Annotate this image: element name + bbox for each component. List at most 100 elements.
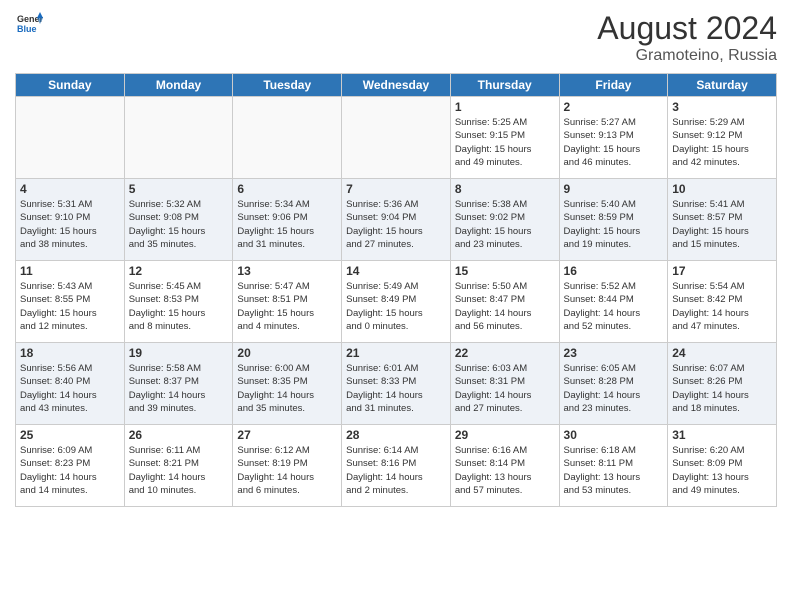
table-row: 16 Sunrise: 5:52 AM Sunset: 8:44 PM Dayli…	[559, 261, 668, 343]
title-block: August 2024 Gramoteino, Russia	[597, 10, 777, 65]
day-number: 7	[346, 182, 446, 196]
table-row: 12 Sunrise: 5:45 AM Sunset: 8:53 PM Dayli…	[124, 261, 233, 343]
day-number: 21	[346, 346, 446, 360]
table-row: 17Sunrise: 5:54 AM Sunset: 8:42 PM Dayli…	[668, 261, 777, 343]
table-row: 30 Sunrise: 6:18 AM Sunset: 8:11 PM Dayli…	[559, 425, 668, 507]
table-row: 13Sunrise: 5:47 AM Sunset: 8:51 PM Dayli…	[233, 261, 342, 343]
day-number: 4	[20, 182, 120, 196]
day-number: 27	[237, 428, 337, 442]
day-info: Sunrise: 6:16 AM Sunset: 8:14 PM Dayligh…	[455, 444, 555, 497]
day-info: Sunrise: 5:52 AM Sunset: 8:44 PM Dayligh…	[564, 280, 664, 333]
day-info: Sunrise: 5:45 AM Sunset: 8:53 PM Dayligh…	[129, 280, 229, 333]
table-row	[233, 97, 342, 179]
svg-text:Blue: Blue	[17, 24, 37, 34]
col-saturday: Saturday	[668, 74, 777, 97]
logo: General Blue	[15, 10, 43, 38]
table-row: 20Sunrise: 6:00 AM Sunset: 8:35 PM Dayli…	[233, 343, 342, 425]
table-row: 22 Sunrise: 6:03 AM Sunset: 8:31 PM Dayli…	[450, 343, 559, 425]
day-number: 23	[564, 346, 664, 360]
table-row: 31Sunrise: 6:20 AM Sunset: 8:09 PM Dayli…	[668, 425, 777, 507]
day-number: 11	[20, 264, 120, 278]
day-number: 25	[20, 428, 120, 442]
day-number: 16	[564, 264, 664, 278]
table-row: 10Sunrise: 5:41 AM Sunset: 8:57 PM Dayli…	[668, 179, 777, 261]
day-number: 14	[346, 264, 446, 278]
table-row: 4 Sunrise: 5:31 AM Sunset: 9:10 PM Daylig…	[16, 179, 125, 261]
day-number: 22	[455, 346, 555, 360]
day-info: Sunrise: 5:50 AM Sunset: 8:47 PM Dayligh…	[455, 280, 555, 333]
day-number: 2	[564, 100, 664, 114]
table-row: 27 Sunrise: 6:12 AM Sunset: 8:19 PM Dayli…	[233, 425, 342, 507]
day-info: Sunrise: 5:49 AM Sunset: 8:49 PM Dayligh…	[346, 280, 446, 333]
day-info: Sunrise: 5:47 AM Sunset: 8:51 PM Dayligh…	[237, 280, 337, 333]
day-number: 28	[346, 428, 446, 442]
day-number: 12	[129, 264, 229, 278]
table-row: 8Sunrise: 5:38 AM Sunset: 9:02 PM Daylig…	[450, 179, 559, 261]
day-number: 30	[564, 428, 664, 442]
logo-icon: General Blue	[15, 10, 43, 38]
day-number: 18	[20, 346, 120, 360]
day-info: Sunrise: 5:58 AM Sunset: 8:37 PM Dayligh…	[129, 362, 229, 415]
table-row	[16, 97, 125, 179]
month-year: August 2024	[597, 10, 777, 47]
location: Gramoteino, Russia	[597, 47, 777, 65]
day-number: 5	[129, 182, 229, 196]
day-info: Sunrise: 5:36 AM Sunset: 9:04 PM Dayligh…	[346, 198, 446, 251]
day-info: Sunrise: 5:31 AM Sunset: 9:10 PM Dayligh…	[20, 198, 120, 251]
day-number: 9	[564, 182, 664, 196]
table-row: 7 Sunrise: 5:36 AM Sunset: 9:04 PM Daylig…	[342, 179, 451, 261]
day-info: Sunrise: 6:07 AM Sunset: 8:26 PM Dayligh…	[672, 362, 772, 415]
col-tuesday: Tuesday	[233, 74, 342, 97]
day-info: Sunrise: 5:56 AM Sunset: 8:40 PM Dayligh…	[20, 362, 120, 415]
table-row: 28 Sunrise: 6:14 AM Sunset: 8:16 PM Dayli…	[342, 425, 451, 507]
col-thursday: Thursday	[450, 74, 559, 97]
col-monday: Monday	[124, 74, 233, 97]
day-info: Sunrise: 5:43 AM Sunset: 8:55 PM Dayligh…	[20, 280, 120, 333]
day-number: 19	[129, 346, 229, 360]
day-number: 3	[672, 100, 772, 114]
table-row: 23 Sunrise: 6:05 AM Sunset: 8:28 PM Dayli…	[559, 343, 668, 425]
table-row: 26 Sunrise: 6:11 AM Sunset: 8:21 PM Dayli…	[124, 425, 233, 507]
table-row: 14 Sunrise: 5:49 AM Sunset: 8:49 PM Dayli…	[342, 261, 451, 343]
page-header: General Blue August 2024 Gramoteino, Rus…	[15, 10, 777, 65]
table-row: 24 Sunrise: 6:07 AM Sunset: 8:26 PM Dayli…	[668, 343, 777, 425]
day-info: Sunrise: 6:05 AM Sunset: 8:28 PM Dayligh…	[564, 362, 664, 415]
day-number: 8	[455, 182, 555, 196]
day-info: Sunrise: 5:40 AM Sunset: 8:59 PM Dayligh…	[564, 198, 664, 251]
day-number: 29	[455, 428, 555, 442]
day-info: Sunrise: 5:41 AM Sunset: 8:57 PM Dayligh…	[672, 198, 772, 251]
table-row: 15 Sunrise: 5:50 AM Sunset: 8:47 PM Dayli…	[450, 261, 559, 343]
table-row: 11 Sunrise: 5:43 AM Sunset: 8:55 PM Dayli…	[16, 261, 125, 343]
table-row	[124, 97, 233, 179]
table-row: 18 Sunrise: 5:56 AM Sunset: 8:40 PM Dayli…	[16, 343, 125, 425]
table-row: 21 Sunrise: 6:01 AM Sunset: 8:33 PM Dayli…	[342, 343, 451, 425]
day-number: 26	[129, 428, 229, 442]
day-info: Sunrise: 5:34 AM Sunset: 9:06 PM Dayligh…	[237, 198, 337, 251]
day-info: Sunrise: 6:14 AM Sunset: 8:16 PM Dayligh…	[346, 444, 446, 497]
calendar-header-row: Sunday Monday Tuesday Wednesday Thursday…	[16, 74, 777, 97]
day-info: Sunrise: 6:09 AM Sunset: 8:23 PM Dayligh…	[20, 444, 120, 497]
day-number: 1	[455, 100, 555, 114]
day-info: Sunrise: 6:18 AM Sunset: 8:11 PM Dayligh…	[564, 444, 664, 497]
day-info: Sunrise: 5:54 AM Sunset: 8:42 PM Dayligh…	[672, 280, 772, 333]
day-number: 6	[237, 182, 337, 196]
table-row	[342, 97, 451, 179]
col-wednesday: Wednesday	[342, 74, 451, 97]
table-row: 3 Sunrise: 5:29 AM Sunset: 9:12 PM Daylig…	[668, 97, 777, 179]
day-info: Sunrise: 5:32 AM Sunset: 9:08 PM Dayligh…	[129, 198, 229, 251]
day-info: Sunrise: 5:27 AM Sunset: 9:13 PM Dayligh…	[564, 116, 664, 169]
day-info: Sunrise: 6:12 AM Sunset: 8:19 PM Dayligh…	[237, 444, 337, 497]
day-info: Sunrise: 6:01 AM Sunset: 8:33 PM Dayligh…	[346, 362, 446, 415]
day-info: Sunrise: 5:29 AM Sunset: 9:12 PM Dayligh…	[672, 116, 772, 169]
day-number: 24	[672, 346, 772, 360]
day-info: Sunrise: 6:11 AM Sunset: 8:21 PM Dayligh…	[129, 444, 229, 497]
day-number: 15	[455, 264, 555, 278]
col-friday: Friday	[559, 74, 668, 97]
day-info: Sunrise: 5:25 AM Sunset: 9:15 PM Dayligh…	[455, 116, 555, 169]
table-row: 29 Sunrise: 6:16 AM Sunset: 8:14 PM Dayli…	[450, 425, 559, 507]
day-info: Sunrise: 6:00 AM Sunset: 8:35 PM Dayligh…	[237, 362, 337, 415]
table-row: 25 Sunrise: 6:09 AM Sunset: 8:23 PM Dayli…	[16, 425, 125, 507]
table-row: 2 Sunrise: 5:27 AM Sunset: 9:13 PM Daylig…	[559, 97, 668, 179]
day-info: Sunrise: 6:03 AM Sunset: 8:31 PM Dayligh…	[455, 362, 555, 415]
table-row: 9 Sunrise: 5:40 AM Sunset: 8:59 PM Daylig…	[559, 179, 668, 261]
